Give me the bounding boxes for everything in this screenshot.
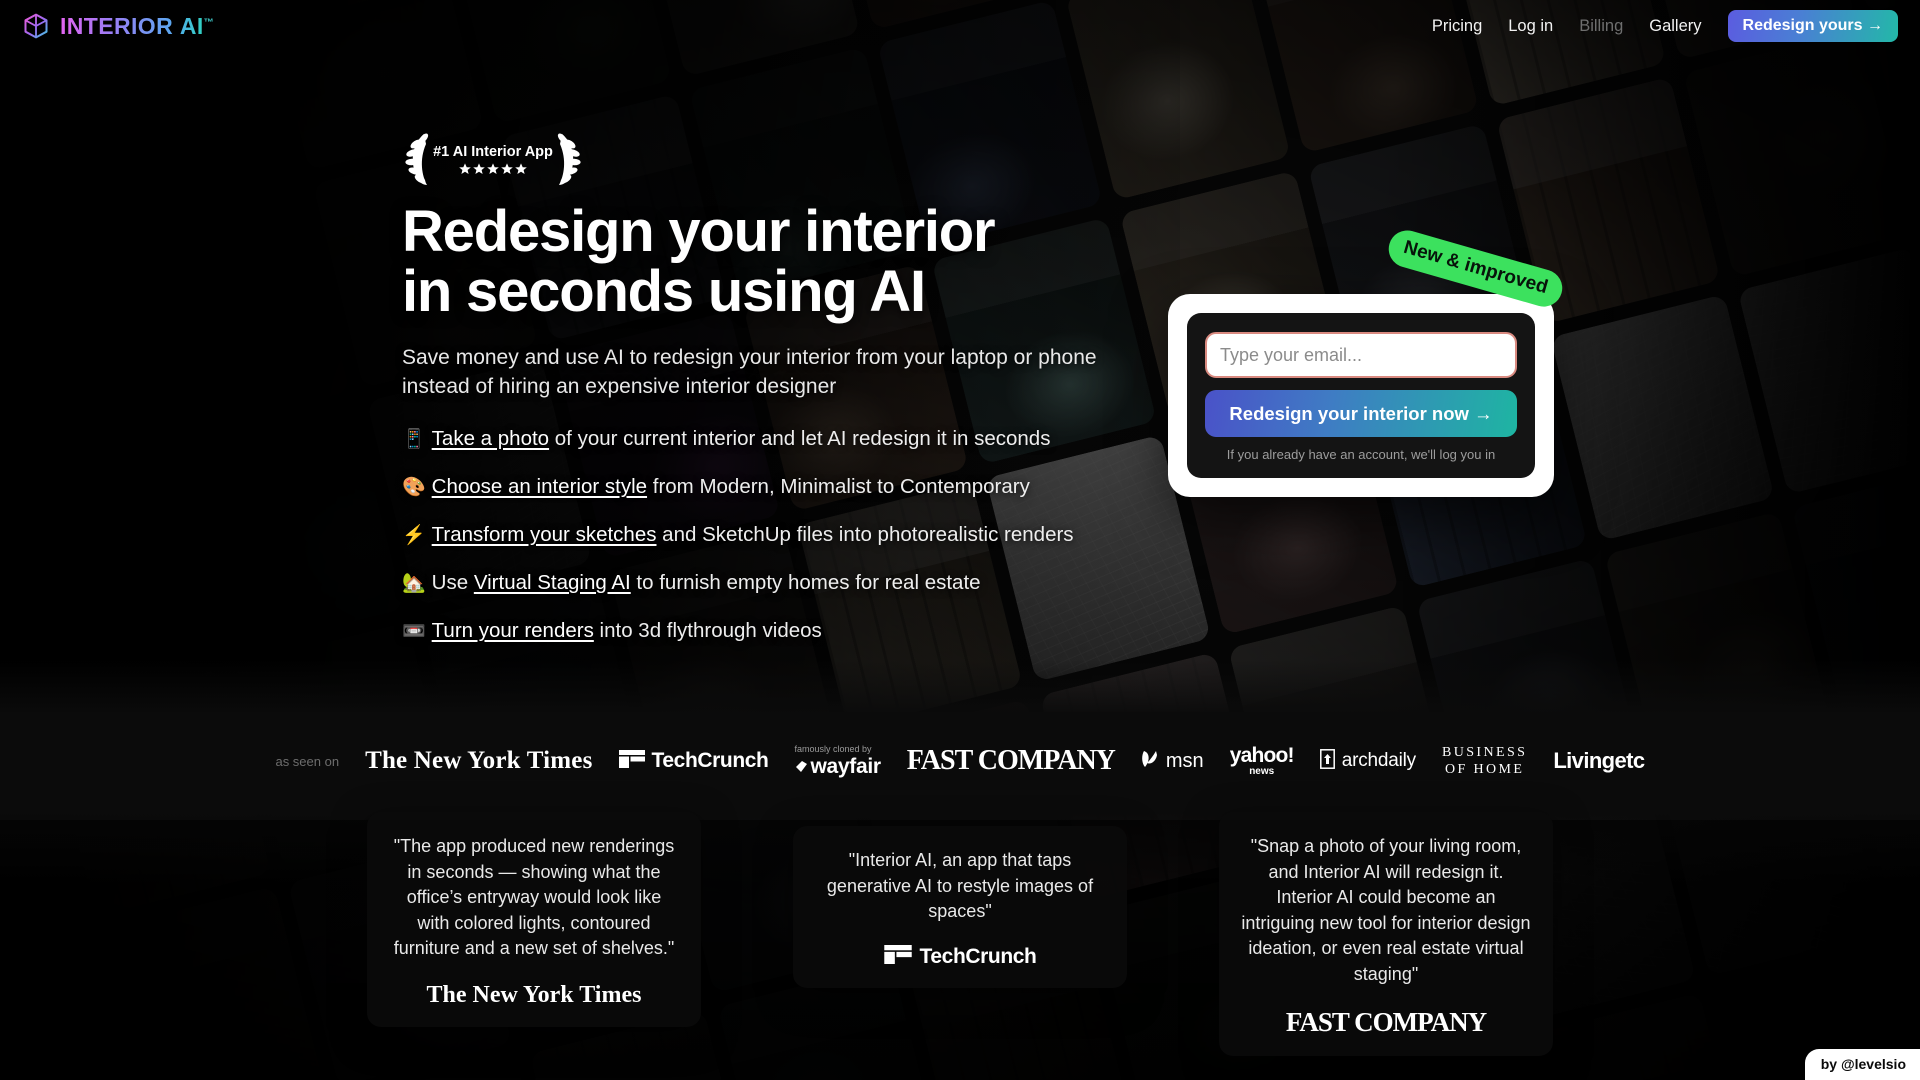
band-fade-top [0,660,1920,716]
press-logo-bar: as seen on The New York Times TechCrunch… [0,744,1920,778]
press-logo-nyt: The New York Times [365,747,593,775]
yahoo-text: yahoo! [1229,744,1295,768]
star-icon [487,163,499,174]
email-input[interactable] [1205,332,1517,378]
boh-text: BUSINESS OF HOME [1442,744,1527,778]
feature-prefix: Use [431,571,474,595]
award-badge: #1 AI Interior App [402,128,584,190]
feature-item-sketches: ⚡ Transform your sketches and SketchUp fi… [402,520,1122,550]
feature-rest: and SketchUp files into photorealistic r… [656,523,1074,547]
headline-line-2: in seconds using AI [402,259,926,325]
testimonial-source-text: TechCrunch [919,945,1037,969]
techcrunch-mark-icon [618,749,645,773]
boh-line-2: OF HOME [1444,762,1525,778]
feature-rest: to furnish empty homes for real estate [630,571,981,595]
press-logo-techcrunch: TechCrunch [618,749,769,773]
lightning-icon: ⚡ [402,525,426,547]
page-root: INTERIOR AI™ Pricing Log in Billing Gall… [0,0,1920,1080]
page-title: Redesign your interior in seconds using … [402,199,1122,325]
brand-logo[interactable]: INTERIOR AI™ [22,12,214,40]
award-stars [459,163,527,174]
archdaily-text: archdaily [1341,750,1416,772]
brand-wordmark: INTERIOR AI™ [60,12,215,39]
testimonial-card-fastcompany: "Snap a photo of your living room, and I… [1219,812,1553,1057]
techcrunch-mark-icon [883,944,912,970]
videotape-icon: 📼 [402,621,426,643]
palette-icon: 🎨 [402,477,426,499]
press-logo-msn: msn [1141,749,1204,774]
brand-word-interior: INTERIOR [60,12,174,39]
nav-item-pricing[interactable]: Pricing [1432,17,1482,36]
feature-link-take-a-photo[interactable]: Take a photo [432,427,549,450]
press-logo-fastcompany: FAST COMPANY [906,745,1116,777]
press-logo-techcrunch-text: TechCrunch [651,749,769,773]
press-logo-livingetc: Livingetc [1553,748,1645,774]
headline-line-1: Redesign your interior [402,199,996,264]
msn-butterfly-icon [1141,749,1159,774]
feature-link-transform-sketches[interactable]: Transform your sketches [432,523,657,546]
yahoo-news-text: news [1249,766,1275,778]
nav-item-gallery[interactable]: Gallery [1649,17,1701,36]
nav-item-login[interactable]: Log in [1508,17,1553,36]
star-icon [501,163,513,174]
feature-link-choose-style[interactable]: Choose an interior style [432,475,647,498]
feature-item-flythrough: 📼 Turn your renders into 3d flythrough vi… [402,616,1122,646]
author-credit-badge[interactable]: by @levelsio [1804,1049,1920,1080]
mosaic-tile [1549,293,1776,542]
testimonial-source-nyt: The New York Times [426,981,642,1008]
testimonial-quote: "Snap a photo of your living room, and I… [1241,836,1531,984]
press-logo-wayfair: famously cloned by wayfair [794,744,882,778]
testimonial-quote: "Interior AI, an app that taps generativ… [826,850,1094,922]
boh-line-1: BUSINESS [1441,745,1528,760]
phone-icon: 📱 [402,429,426,451]
site-header: INTERIOR AI™ Pricing Log in Billing Gall… [0,0,1920,52]
wayfair-kicker: famously cloned by [794,744,872,755]
hero-content: #1 AI Interior App Redesign your interio… [402,128,1122,664]
brand-word-ai: AI [179,12,204,39]
feature-item-style: 🎨 Choose an interior style from Modern, M… [402,472,1122,502]
press-logo-archdaily: archdaily [1319,748,1416,774]
cube-icon [22,12,50,40]
header-redesign-yours-button[interactable]: Redesign yours → [1727,10,1898,42]
as-seen-on-label: as seen on [275,753,340,769]
archdaily-mark-icon [1319,748,1335,774]
star-icon [515,163,527,174]
wayfair-text: wayfair [795,756,881,777]
hero-feature-list: 📱 Take a photo of your current interior a… [402,424,1122,646]
award-badge-text: #1 AI Interior App [433,144,553,160]
mosaic-tile [124,187,351,435]
feature-rest: from Modern, Minimalist to Contemporary [647,475,1030,499]
signup-card-inner: Redesign your interior now → If you alre… [1187,313,1535,478]
wayfair-mark-icon [795,756,808,777]
star-icon [459,163,471,174]
feature-item-virtual-staging: 🏡 Use Virtual Staging AI to furnish empty… [402,568,1122,598]
feature-rest: into 3d flythrough videos [593,619,822,643]
mosaic-tile [1683,29,1910,277]
feature-link-virtual-staging[interactable]: Virtual Staging AI [474,571,631,594]
redesign-now-button[interactable]: Redesign your interior now → [1205,390,1517,437]
feature-item-photo: 📱 Take a photo of your current interior a… [402,424,1122,454]
mosaic-tile [1737,247,1920,495]
main-navigation: Pricing Log in Billing Gallery Redesign … [1432,10,1898,42]
hero-subheading: Save money and use AI to redesign your i… [402,345,1097,399]
signup-helper-text: If you already have an account, we'll lo… [1226,447,1496,462]
msn-text: msn [1165,749,1204,772]
testimonial-quote: "The app produced new renderings in seco… [393,836,675,959]
feature-rest: of your current interior and let AI rede… [549,427,1051,451]
nav-item-billing[interactable]: Billing [1579,17,1623,36]
testimonial-card-nyt: "The app produced new renderings in seco… [367,812,701,1027]
testimonial-source-techcrunch: TechCrunch [815,944,1105,970]
press-logo-business-of-home: BUSINESS OF HOME [1442,744,1527,778]
house-icon: 🏡 [402,573,426,595]
testimonial-list: "The app produced new renderings in seco… [0,812,1920,1057]
press-logo-yahoo-news: yahoo! news [1229,744,1295,778]
feature-link-turn-renders[interactable]: Turn your renders [432,619,594,642]
testimonial-source-fastcompany: FAST COMPANY [1285,1007,1487,1038]
testimonial-card-techcrunch: "Interior AI, an app that taps generativ… [793,826,1127,988]
mosaic-tile [178,404,405,653]
signup-card: New & improved Redesign your interior no… [1168,226,1567,497]
star-icon [473,163,485,174]
brand-trademark: ™ [203,16,215,28]
